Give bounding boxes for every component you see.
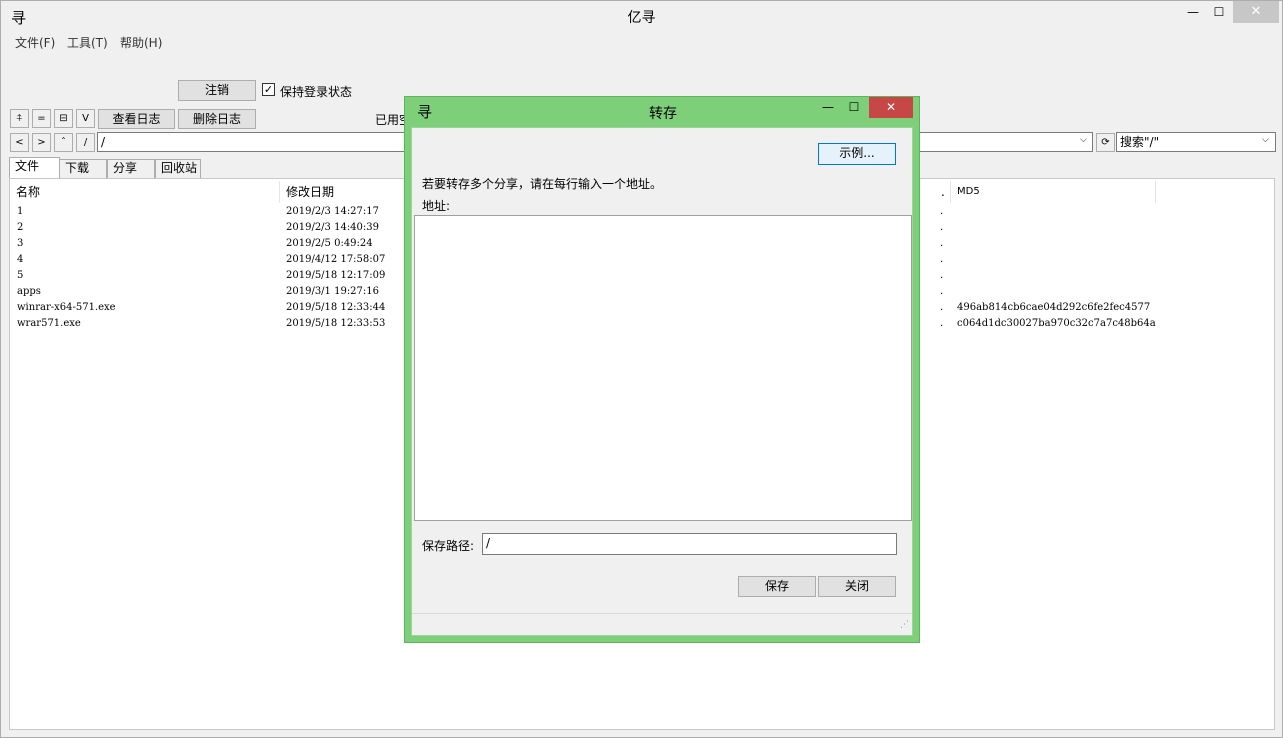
- tree-view-icon[interactable]: ⍏: [10, 109, 29, 128]
- file-date: 2019/5/18 12:17:09: [286, 270, 386, 281]
- file-name: 5: [17, 270, 24, 281]
- delete-log-button[interactable]: 删除日志: [178, 109, 256, 129]
- maximize-button[interactable]: ☐: [1207, 1, 1231, 23]
- keep-login-label: 保持登录状态: [280, 85, 353, 99]
- minimize-button[interactable]: —: [1181, 1, 1205, 23]
- instruction-text: 若要转存多个分享，请在每行输入一个地址。: [422, 177, 663, 191]
- file-name: winrar-x64-571.exe: [17, 302, 116, 313]
- close-dialog-button[interactable]: 关闭: [818, 576, 896, 597]
- forward-button[interactable]: >: [32, 133, 51, 152]
- save-path-input[interactable]: /: [482, 533, 897, 555]
- tab-downloads[interactable]: 下载: [59, 159, 107, 178]
- tab-shares[interactable]: 分享: [107, 159, 155, 178]
- dialog-close-button[interactable]: ✕: [869, 97, 913, 118]
- search-dropdown-icon[interactable]: ⌵: [1262, 135, 1269, 145]
- example-button[interactable]: 示例...: [818, 143, 896, 165]
- save-icon[interactable]: ⊟: [54, 109, 73, 128]
- file-name: 4: [17, 254, 24, 265]
- file-size: .: [940, 286, 944, 297]
- verify-icon[interactable]: V: [76, 109, 95, 128]
- file-size: .: [940, 254, 944, 265]
- file-date: 2019/5/18 12:33:53: [286, 318, 386, 329]
- file-size: .: [940, 302, 944, 313]
- file-name: 2: [17, 222, 24, 233]
- resize-grip-icon[interactable]: ⋰: [900, 620, 909, 630]
- file-size: .: [940, 318, 944, 329]
- save-path-label: 保存路径:: [422, 539, 475, 553]
- address-label: 地址:: [422, 199, 451, 213]
- dialog-body: 示例... 若要转存多个分享，请在每行输入一个地址。 地址: 保存路径: / 保…: [411, 127, 913, 636]
- keep-login-checkbox[interactable]: ✓: [262, 83, 275, 96]
- column-size[interactable]: .: [935, 181, 951, 203]
- window-title: 亿寻: [627, 10, 656, 26]
- file-size: .: [940, 206, 944, 217]
- path-dropdown-icon[interactable]: ⌵: [1080, 135, 1087, 145]
- file-name: wrar571.exe: [17, 318, 81, 329]
- up-button[interactable]: ˆ: [54, 133, 73, 152]
- file-size: .: [940, 270, 944, 281]
- list-view-icon[interactable]: =: [32, 109, 51, 128]
- file-md5: c064d1dc30027ba970c32c7a7c48b64a: [957, 318, 1156, 329]
- file-date: 2019/2/3 14:40:39: [286, 222, 380, 233]
- back-button[interactable]: <: [10, 133, 29, 152]
- menu-file[interactable]: 文件(F): [15, 34, 55, 51]
- file-date: 2019/4/12 17:58:07: [286, 254, 386, 265]
- column-md5[interactable]: MD5: [951, 181, 1156, 203]
- tab-files[interactable]: 文件: [9, 157, 60, 179]
- file-md5: 496ab814cb6cae04d292c6fe2fec4577: [957, 302, 1151, 313]
- file-size: .: [940, 238, 944, 249]
- title-bar[interactable]: 寻 亿寻 — ☐ ✕: [1, 1, 1282, 31]
- file-name: 1: [17, 206, 24, 217]
- menu-tools[interactable]: 工具(T): [67, 34, 108, 51]
- file-size: .: [940, 222, 944, 233]
- logout-button[interactable]: 注销: [178, 80, 256, 101]
- view-log-button[interactable]: 查看日志: [98, 109, 175, 129]
- file-name: 3: [17, 238, 24, 249]
- file-date: 2019/5/18 12:33:44: [286, 302, 386, 313]
- menu-help[interactable]: 帮助(H): [120, 34, 162, 51]
- transfer-dialog: 寻 转存 — ☐ ✕ 示例... 若要转存多个分享，请在每行输入一个地址。 地址…: [404, 96, 920, 643]
- search-icon[interactable]: ⟳: [1096, 133, 1115, 152]
- main-window: 寻 亿寻 — ☐ ✕ 文件(F) 工具(T) 帮助(H) 注销 ✓ 保持登录状态…: [0, 0, 1283, 738]
- close-button[interactable]: ✕: [1233, 1, 1279, 23]
- address-textarea[interactable]: [414, 215, 912, 521]
- search-input[interactable]: 搜索"/": [1116, 132, 1276, 152]
- file-date: 2019/2/5 0:49:24: [286, 238, 373, 249]
- dialog-status-divider: [412, 613, 912, 614]
- tab-recycle-bin[interactable]: 回收站: [155, 159, 201, 178]
- save-button[interactable]: 保存: [738, 576, 816, 597]
- file-date: 2019/2/3 14:27:17: [286, 206, 380, 217]
- root-button[interactable]: /: [76, 133, 95, 152]
- dialog-maximize-button[interactable]: ☐: [843, 97, 865, 118]
- file-name: apps: [17, 286, 41, 297]
- column-name[interactable]: 名称: [10, 181, 280, 203]
- file-date: 2019/3/1 19:27:16: [286, 286, 380, 297]
- dialog-minimize-button[interactable]: —: [817, 97, 839, 118]
